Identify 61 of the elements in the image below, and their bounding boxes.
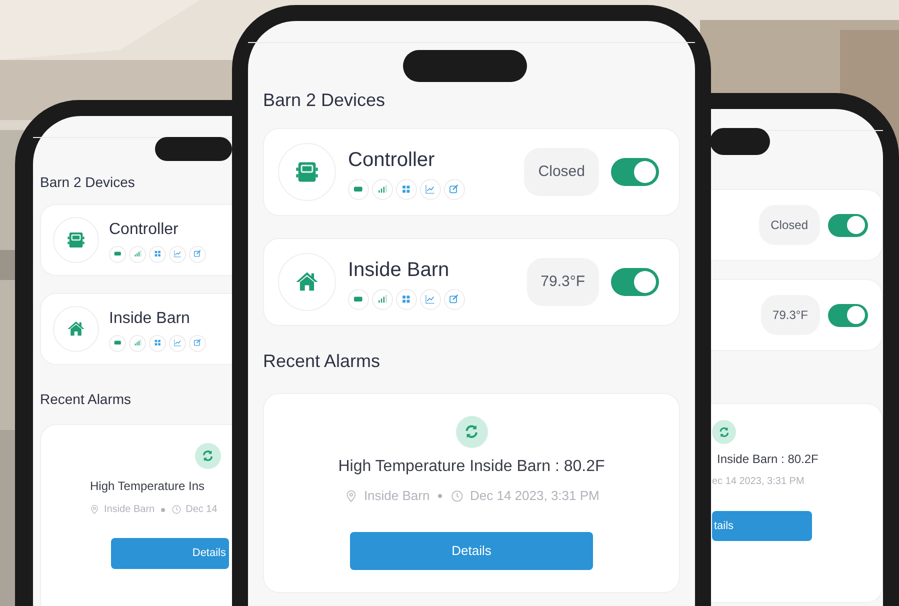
status-pill: 79.3°F	[760, 295, 820, 335]
device-name: Controller	[348, 148, 436, 172]
chart-icon[interactable]	[420, 288, 441, 310]
alarm-location: Inside Barn	[364, 487, 430, 505]
clock-icon	[170, 504, 182, 515]
grid-icon[interactable]	[149, 334, 166, 352]
clock-icon	[450, 488, 464, 503]
device-card[interactable]: Controller	[40, 204, 232, 276]
toggle-switch[interactable]	[828, 214, 868, 236]
details-button[interactable]: Details	[350, 532, 593, 570]
toggle-switch[interactable]	[611, 268, 659, 296]
device-name: Inside Barn	[348, 258, 450, 282]
alarm-time: Dec 14	[186, 503, 218, 517]
grid-icon[interactable]	[396, 288, 417, 310]
controller-icon	[53, 217, 99, 263]
signal-icon[interactable]	[372, 288, 393, 310]
alarm-title: High Temperature Inside Barn : 80.2F	[338, 457, 605, 477]
alarm-time: Dec 14 2023, 3:31 PM	[470, 487, 600, 505]
details-button[interactable]: tails	[712, 511, 812, 541]
edit-icon[interactable]	[444, 288, 465, 310]
alarm-location: Inside Barn	[104, 503, 155, 517]
grid-icon[interactable]	[396, 178, 417, 200]
status-pill: Closed	[524, 148, 599, 196]
edit-icon[interactable]	[444, 178, 465, 200]
alarm-title: Inside Barn : 80.2F	[717, 451, 818, 468]
grid-icon[interactable]	[149, 246, 166, 262]
battery-icon[interactable]	[109, 246, 126, 262]
device-card[interactable]: 79.3°F	[710, 279, 883, 351]
house-icon	[53, 306, 99, 352]
refresh-icon	[195, 443, 221, 469]
signal-icon[interactable]	[372, 178, 393, 200]
status-pill: Closed	[758, 205, 820, 245]
signal-icon[interactable]	[129, 334, 146, 352]
device-card[interactable]: Inside Barn 79.3°F	[263, 238, 680, 326]
section-title: Recent Alarms	[40, 390, 132, 409]
chart-icon[interactable]	[169, 246, 186, 262]
details-button[interactable]: Details	[111, 538, 229, 569]
device-card[interactable]: Closed	[710, 189, 883, 261]
edit-icon[interactable]	[189, 246, 206, 262]
battery-icon[interactable]	[348, 288, 369, 310]
alarm-title: High Temperature Ins	[90, 478, 205, 495]
device-card[interactable]: Inside Barn	[40, 293, 232, 365]
section-title: Recent Alarms	[263, 350, 382, 373]
refresh-icon	[456, 416, 488, 448]
signal-icon[interactable]	[129, 246, 146, 262]
device-name: Inside Barn	[109, 308, 191, 328]
location-pin-icon	[89, 504, 100, 515]
edit-icon[interactable]	[189, 334, 206, 352]
device-card[interactable]: Controller Closed	[263, 128, 680, 216]
battery-icon[interactable]	[109, 334, 126, 352]
alarm-time: ec 14 2023, 3:31 PM	[712, 475, 804, 489]
chart-icon[interactable]	[169, 334, 186, 352]
section-title: Barn 2 Devices	[40, 173, 136, 192]
section-title: Barn 2 Devices	[263, 89, 386, 112]
battery-icon[interactable]	[348, 178, 369, 200]
toggle-switch[interactable]	[828, 304, 868, 326]
chart-icon[interactable]	[420, 178, 441, 200]
refresh-icon	[712, 420, 736, 444]
toggle-switch[interactable]	[611, 158, 659, 186]
status-pill: 79.3°F	[526, 258, 599, 306]
device-name: Controller	[109, 220, 180, 240]
